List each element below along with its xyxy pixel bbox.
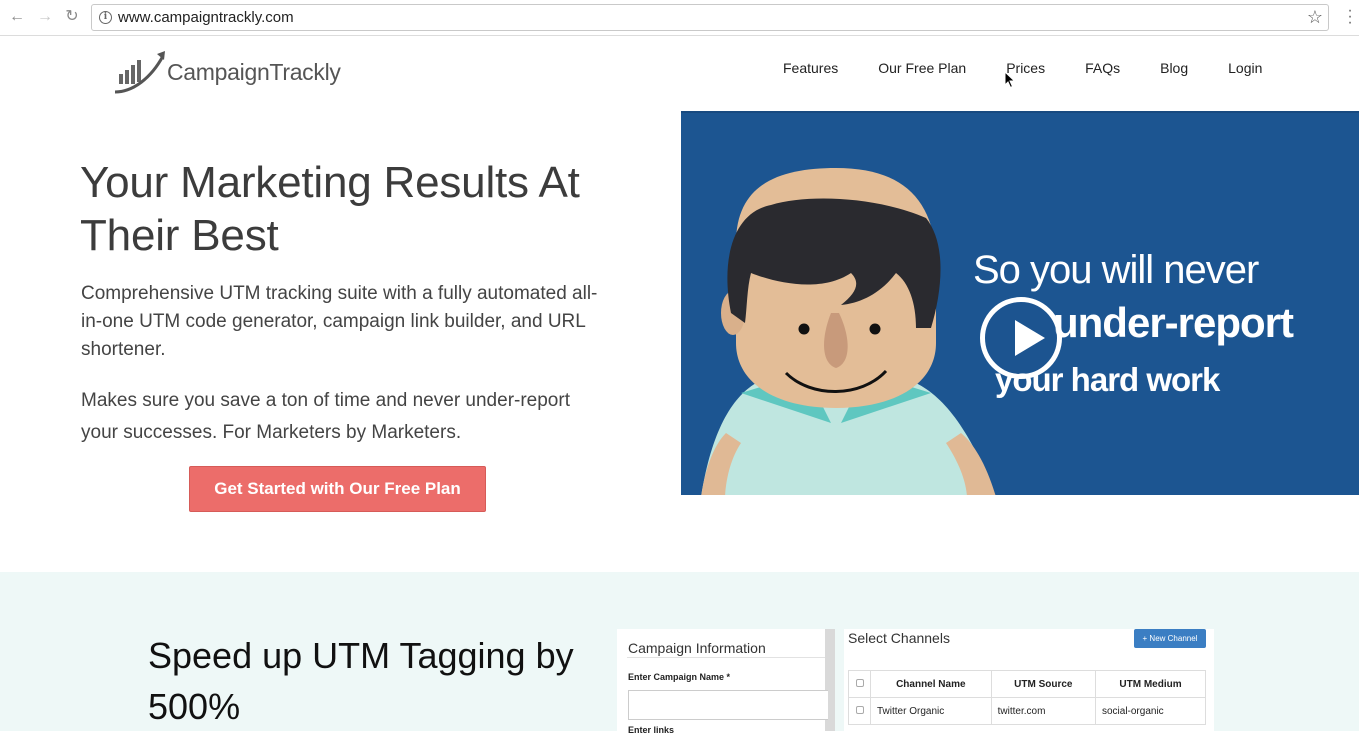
new-channel-button[interactable]: + New Channel (1134, 629, 1206, 648)
features-title: Speed up UTM Tagging by 500% (148, 635, 574, 727)
campaign-name-label: Enter Campaign Name * (628, 672, 731, 682)
utm-medium-cell: social-organic (1094, 697, 1207, 725)
select-channels-panel: Select Channels + New Channel Channel Na… (844, 629, 1214, 731)
get-started-button[interactable]: Get Started with Our Free Plan (189, 466, 486, 512)
back-arrow-icon[interactable]: ← (8, 8, 26, 26)
hero-subdescription: Makes sure you save a ton of time and ne… (81, 390, 570, 443)
features-section: Speed up UTM Tagging by 500% Campaign In… (0, 572, 1359, 735)
url-text[interactable]: www.campaigntrackly.com (118, 9, 294, 26)
nav-faqs[interactable]: FAQs (1085, 60, 1120, 76)
main-nav: Features Our Free Plan Prices FAQs Blog … (783, 60, 1302, 76)
select-all-cell (848, 670, 871, 698)
mouse-cursor-icon (1004, 71, 1016, 89)
logo-text: CampaignTrackly (167, 58, 341, 85)
table-header-row: Channel Name UTM Source UTM Medium (848, 670, 1207, 698)
video-caption-line2: under-report (1053, 299, 1294, 346)
logo-chart-icon (114, 51, 165, 94)
row-select-cell (848, 697, 871, 725)
campaign-info-panel: Campaign Information Enter Campaign Name… (617, 629, 835, 735)
column-header[interactable]: Channel Name (870, 670, 992, 698)
star-icon[interactable]: ☆ (1307, 7, 1323, 28)
checkbox[interactable] (855, 705, 864, 714)
hero-description: Comprehensive UTM tracking suite with a … (81, 283, 598, 360)
forward-arrow-icon[interactable]: → (36, 8, 54, 26)
kebab-menu-icon[interactable]: · · · (1347, 3, 1353, 31)
play-icon[interactable] (980, 297, 1062, 379)
reload-icon[interactable]: ↻ (63, 8, 81, 26)
nav-login[interactable]: Login (1228, 60, 1262, 76)
select-channels-title: Select Channels (848, 630, 950, 646)
info-icon[interactable]: i (99, 11, 112, 24)
site-logo[interactable]: CampaignTrackly (111, 47, 341, 97)
column-header[interactable]: UTM Medium (1094, 670, 1207, 698)
column-header[interactable]: UTM Source (990, 670, 1096, 698)
site-header: CampaignTrackly Features Our Free Plan P… (0, 37, 1359, 111)
nav-free-plan[interactable]: Our Free Plan (878, 60, 966, 76)
campaign-name-input[interactable] (628, 690, 828, 720)
video-caption-line1: So you will never (973, 248, 1259, 292)
hero-title: Your Marketing Results At Their Best (80, 158, 580, 260)
campaign-info-title: Campaign Information (628, 640, 766, 656)
nav-blog[interactable]: Blog (1160, 60, 1188, 76)
utm-source-cell: twitter.com (990, 697, 1096, 725)
browser-toolbar: ← → ↻ i www.campaigntrackly.com ☆ · · · (0, 0, 1359, 36)
divider (627, 657, 825, 658)
nav-features[interactable]: Features (783, 60, 838, 76)
checkbox[interactable] (855, 678, 864, 687)
channel-name-cell: Twitter Organic (870, 697, 992, 725)
channels-table: Channel Name UTM Source UTM Medium Twitt… (848, 670, 1207, 725)
table-row[interactable]: Twitter Organic twitter.com social-organ… (848, 697, 1207, 725)
intro-video[interactable]: So you will never under-report your hard… (681, 111, 1359, 495)
address-bar[interactable]: i www.campaigntrackly.com ☆ (91, 4, 1329, 31)
enter-links-label: Enter links (628, 725, 675, 735)
